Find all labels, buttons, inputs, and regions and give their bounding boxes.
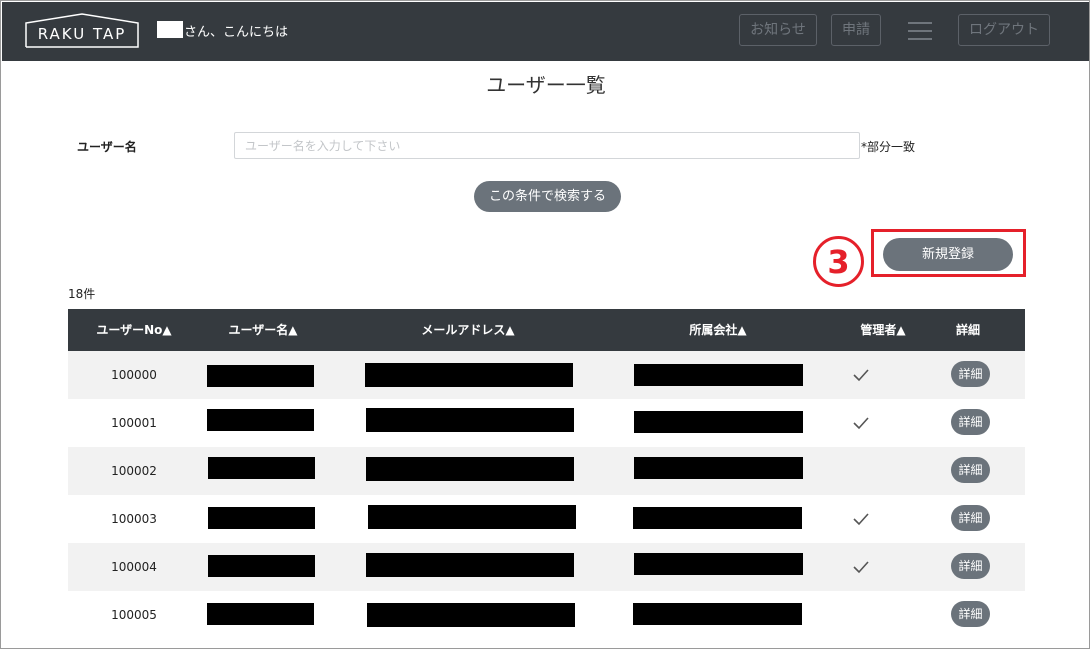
username-redacted	[207, 603, 314, 625]
user-no-cell: 100004	[111, 560, 157, 574]
admin-check-icon	[853, 417, 869, 430]
column-header-admin[interactable]: 管理者▲	[828, 309, 938, 351]
table-body: 100000 詳細 100001 詳細 100002 詳細 100003 詳細 100004 詳細…	[68, 351, 1025, 639]
user-no-cell: 100003	[111, 512, 157, 526]
table-row: 100001 詳細	[68, 399, 1025, 447]
email-redacted	[368, 505, 576, 529]
user-no-cell: 100005	[111, 608, 157, 622]
step-number-text: 3	[827, 243, 849, 281]
table-row: 100002 詳細	[68, 447, 1025, 495]
greeting-text: さん、こんにちは	[184, 25, 289, 40]
user-table: ユーザーNo▲ ユーザー名▲ メールアドレス▲ 所属会社▲ 管理者▲ 詳細 10…	[68, 309, 1025, 639]
apply-button[interactable]: 申請	[831, 14, 881, 46]
email-redacted	[365, 363, 573, 387]
column-header-user-no[interactable]: ユーザーNo▲	[68, 309, 200, 351]
table-row: 100003 詳細	[68, 495, 1025, 543]
company-redacted	[634, 553, 803, 575]
email-redacted	[366, 553, 574, 577]
new-registration-button[interactable]: 新規登録	[883, 238, 1013, 271]
search-username-label: ユーザー名	[77, 140, 137, 154]
hamburger-menu-icon[interactable]	[908, 22, 932, 40]
logout-button[interactable]: ログアウト	[958, 14, 1050, 46]
detail-button[interactable]: 詳細	[951, 553, 990, 579]
company-redacted	[634, 411, 803, 433]
detail-button[interactable]: 詳細	[951, 601, 990, 627]
column-header-detail: 詳細	[955, 323, 980, 337]
username-redacted	[208, 507, 315, 529]
admin-check-icon	[853, 369, 869, 382]
page-title: ユーザー一覧	[486, 73, 606, 97]
app-frame: RAKU TAP さん、こんにちは お知らせ 申請 ログアウト ユーザー一覧 ユ…	[0, 0, 1090, 649]
detail-button[interactable]: 詳細	[951, 457, 990, 483]
admin-check-icon	[853, 513, 869, 526]
logo-text: RAKU TAP	[37, 25, 127, 43]
email-redacted	[366, 408, 574, 432]
username-redacted	[157, 21, 183, 38]
company-redacted	[633, 507, 802, 529]
step-number-callout: 3	[813, 236, 864, 287]
detail-button[interactable]: 詳細	[951, 505, 990, 531]
email-redacted	[367, 603, 575, 627]
detail-button[interactable]: 詳細	[951, 361, 990, 387]
table-row: 100000 詳細	[68, 351, 1025, 399]
company-redacted	[634, 364, 803, 386]
raku-tap-logo[interactable]: RAKU TAP	[25, 13, 139, 48]
admin-check-icon	[853, 561, 869, 574]
search-username-input[interactable]	[234, 132, 860, 159]
top-navbar: RAKU TAP さん、こんにちは お知らせ 申請 ログアウト	[2, 2, 1089, 61]
user-no-cell: 100000	[111, 368, 157, 382]
table-row: 100004 詳細	[68, 543, 1025, 591]
table-row: 100005 詳細	[68, 591, 1025, 639]
column-header-username[interactable]: ユーザー名▲	[208, 309, 318, 351]
search-button[interactable]: この条件で検索する	[474, 181, 621, 212]
user-no-cell: 100001	[111, 416, 157, 430]
username-redacted	[207, 365, 314, 387]
company-redacted	[633, 603, 802, 625]
notice-button[interactable]: お知らせ	[739, 14, 817, 46]
email-redacted	[366, 457, 574, 481]
column-header-company[interactable]: 所属会社▲	[628, 309, 808, 351]
company-redacted	[634, 457, 803, 479]
username-redacted	[207, 409, 314, 431]
detail-button[interactable]: 詳細	[951, 409, 990, 435]
partial-match-note: *部分一致	[861, 140, 916, 154]
username-redacted	[208, 457, 315, 479]
result-count: 18件	[68, 287, 96, 301]
table-header: ユーザーNo▲ ユーザー名▲ メールアドレス▲ 所属会社▲ 管理者▲ 詳細	[68, 309, 1025, 351]
user-no-cell: 100002	[111, 464, 157, 478]
username-redacted	[208, 555, 315, 577]
column-header-email[interactable]: メールアドレス▲	[358, 309, 578, 351]
